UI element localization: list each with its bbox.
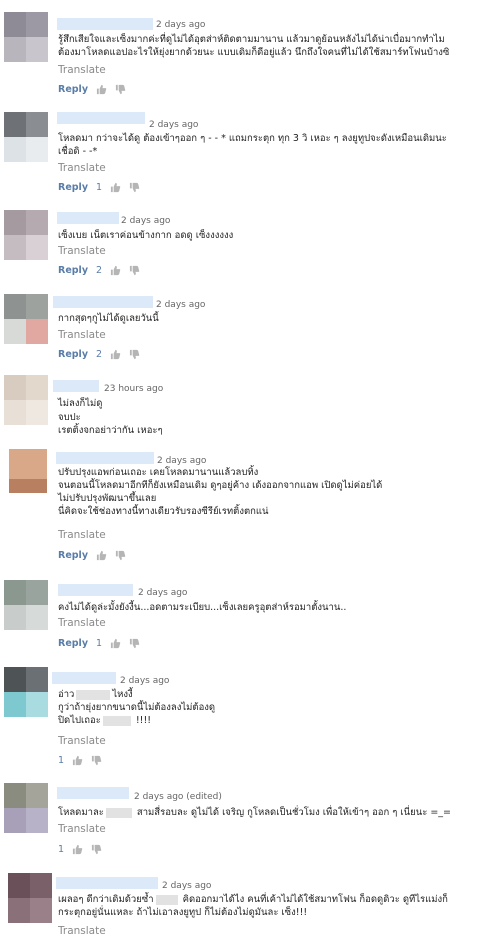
comment-actions: Reply 2	[58, 263, 148, 277]
comment-text: โหลดมาละ สามสี่รอบละ ดูไม่ได้ เจริญ กูโห…	[58, 806, 451, 819]
thumbs-up-icon[interactable]	[96, 84, 107, 95]
translate-link[interactable]: Translate	[58, 617, 106, 629]
thumbs-up-icon[interactable]	[110, 265, 121, 276]
like-count: 1	[96, 637, 103, 649]
comment-text: เผลอๆ ดีกว่าเดิมด้วยซ้ำ คิดออกมาได้ไง คน…	[58, 894, 448, 918]
avatar[interactable]	[4, 783, 48, 833]
comment-text: โหลดมา กว่าจะได้ดู ต้องเข้าๆออก ๆ - - * …	[58, 133, 447, 157]
comment-actions: Reply	[58, 82, 134, 96]
author-name[interactable]	[52, 672, 116, 684]
blurred-text	[76, 689, 111, 700]
reply-button[interactable]: Reply	[58, 349, 88, 360]
timestamp[interactable]: 2 days ago	[162, 881, 211, 891]
comment-line: คิดออกมาได้ไง คนที่เค้าไม่ได้ใช้สมาทโฟน …	[179, 894, 448, 905]
comment-text: อ่าว ไหงงี้ กูว่าถ้ายุ่งยากขนาดนี้ไม่ต้อง…	[58, 689, 216, 726]
thumbs-down-icon[interactable]	[115, 550, 126, 561]
timestamp[interactable]: 2 days ago	[120, 676, 169, 686]
comment-text: เซ็งเบย เน็ตเราค่อนข้างกาก อดดู เซ็งงงงง…	[58, 230, 234, 241]
translate-link[interactable]: Translate	[58, 245, 106, 257]
comment-text: ไม่ลงก็ไม่ดู จบปะ เรตติ้งจกอย่าว่ากัน เห…	[58, 398, 163, 436]
author-name[interactable]	[56, 452, 154, 464]
like-count: 1	[58, 843, 65, 855]
comment-text: ปรับปรุงแอพก่อนเถอะ เคยโหลดมานานแล้วลบทิ…	[58, 467, 383, 517]
like-count: 2	[96, 264, 103, 276]
like-count: 2	[96, 348, 103, 360]
timestamp[interactable]: 2 days ago	[156, 20, 205, 30]
timestamp[interactable]: 2 days ago	[149, 120, 198, 130]
timestamp[interactable]: 2 days ago (edited)	[134, 792, 222, 802]
reply-button[interactable]: Reply	[58, 84, 88, 95]
author-name[interactable]	[57, 212, 119, 224]
comment-text: กากสุดๆกูไม่ได้ดูเลยวันนี้	[58, 313, 159, 324]
author-name[interactable]	[53, 380, 99, 392]
blurred-text	[102, 715, 131, 726]
comment-line: !!!!	[132, 715, 152, 726]
comment-line: โหลดมาละ	[58, 807, 104, 818]
translate-link[interactable]: Translate	[58, 529, 106, 541]
author-name[interactable]	[58, 584, 133, 596]
comment-text: คงไม่ได้ดูล่ะมั้งยังงี้น...อดตามระเบียบ.…	[58, 602, 347, 613]
author-name[interactable]	[53, 296, 153, 308]
avatar[interactable]	[4, 375, 48, 425]
reply-button[interactable]: Reply	[58, 550, 88, 561]
thumbs-down-icon[interactable]	[129, 265, 140, 276]
thumbs-up-icon[interactable]	[96, 550, 107, 561]
reply-button[interactable]: Reply	[58, 182, 88, 193]
avatar[interactable]	[4, 12, 48, 62]
translate-link[interactable]: Translate	[58, 162, 106, 174]
blurred-text	[105, 807, 132, 818]
timestamp[interactable]: 2 days ago	[157, 456, 206, 466]
comment-line: อ่าว	[58, 689, 75, 700]
comment-line: เผลอๆ ดีกว่าเดิมด้วยซ้ำ	[58, 894, 154, 905]
avatar[interactable]	[9, 449, 47, 493]
comment-actions: Reply 1	[58, 180, 148, 194]
blurred-text	[155, 894, 178, 905]
author-name[interactable]	[57, 787, 129, 799]
like-count: 1	[96, 181, 103, 193]
comment-actions: Reply 2	[58, 347, 148, 361]
reply-button[interactable]: Reply	[58, 265, 88, 276]
thumbs-down-icon[interactable]	[129, 638, 140, 649]
timestamp[interactable]: 2 days ago	[156, 300, 205, 310]
avatar[interactable]	[8, 873, 52, 923]
avatar[interactable]	[4, 210, 48, 260]
thumbs-down-icon[interactable]	[115, 84, 126, 95]
comment-line: ไหงงี้	[112, 689, 133, 700]
comment-actions: 1	[58, 753, 110, 767]
comment-text: รู้สึกเสียใจและเซ็งมากค่ะที่ดูไม่ได้อุตส…	[58, 34, 450, 58]
thumbs-up-icon[interactable]	[110, 182, 121, 193]
thumbs-down-icon[interactable]	[91, 755, 102, 766]
timestamp[interactable]: 23 hours ago	[104, 384, 163, 394]
translate-link[interactable]: Translate	[58, 925, 106, 937]
avatar[interactable]	[4, 294, 48, 344]
comment-line: สามสี่รอบละ ดูไม่ได้ เจริญ กูโหลดเป็นชั่…	[133, 807, 451, 818]
translate-link[interactable]: Translate	[58, 735, 106, 747]
thumbs-down-icon[interactable]	[91, 844, 102, 855]
thumbs-down-icon[interactable]	[129, 349, 140, 360]
avatar[interactable]	[4, 112, 48, 162]
author-name[interactable]	[56, 877, 158, 889]
timestamp[interactable]: 2 days ago	[121, 216, 170, 226]
translate-link[interactable]: Translate	[58, 329, 106, 341]
translate-link[interactable]: Translate	[58, 64, 106, 76]
comment-actions: Reply 1	[58, 636, 148, 650]
like-count: 1	[58, 754, 65, 766]
author-name[interactable]	[57, 18, 153, 30]
comment-actions: 1	[58, 842, 110, 856]
comment-actions: Reply	[58, 548, 134, 562]
thumbs-up-icon[interactable]	[110, 349, 121, 360]
avatar[interactable]	[4, 667, 48, 717]
author-name[interactable]	[57, 112, 145, 124]
reply-button[interactable]: Reply	[58, 638, 88, 649]
thumbs-up-icon[interactable]	[72, 755, 83, 766]
avatar[interactable]	[4, 580, 48, 630]
thumbs-up-icon[interactable]	[72, 844, 83, 855]
comment-line: ปิดไปเถอะ	[58, 715, 101, 726]
translate-link[interactable]: Translate	[58, 823, 106, 835]
timestamp[interactable]: 2 days ago	[138, 588, 187, 598]
thumbs-up-icon[interactable]	[110, 638, 121, 649]
thumbs-down-icon[interactable]	[129, 182, 140, 193]
